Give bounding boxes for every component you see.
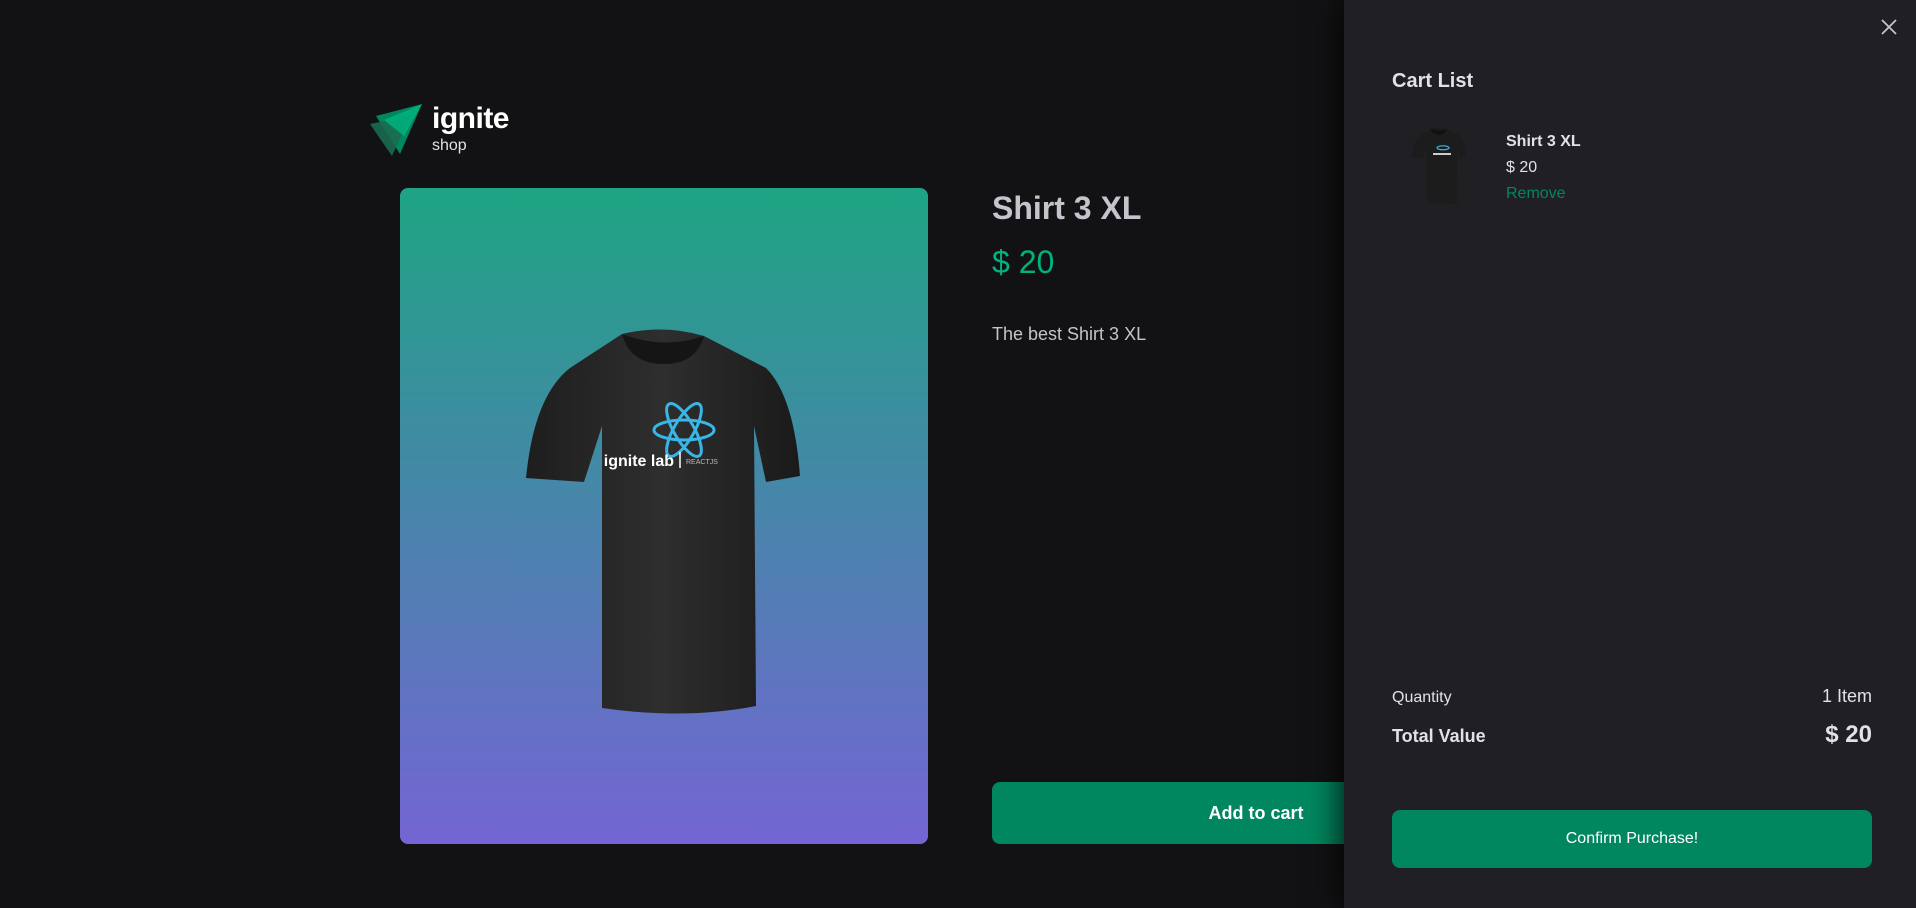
close-cart-button[interactable]	[1876, 14, 1902, 40]
confirm-purchase-button[interactable]: Confirm Purchase!	[1392, 810, 1872, 868]
shirt-print-brand: ignite lab	[604, 453, 674, 470]
remove-item-button[interactable]: Remove	[1506, 184, 1581, 204]
cart-item-price: $ 20	[1506, 159, 1538, 176]
brand-logo[interactable]: ignite shop	[370, 102, 510, 156]
product-image: ignite lab REACTJS	[400, 188, 928, 844]
tshirt-image: ignite lab REACTJS	[526, 329, 800, 714]
total-value: $ 20	[1825, 721, 1872, 748]
total-label: Total Value	[1392, 726, 1486, 746]
cart-sidebar: Cart List Shirt 3 XL $ 20 Remove Quantit…	[1344, 0, 1916, 908]
brand-subtitle: shop	[432, 137, 467, 154]
quantity-row: Quantity 1 Item	[1392, 686, 1872, 707]
total-row: Total Value $ 20	[1392, 721, 1872, 749]
cart-summary: Quantity 1 Item Total Value $ 20	[1392, 686, 1872, 749]
tshirt-thumbnail-image	[1411, 127, 1467, 205]
cart-item-name: Shirt 3 XL	[1506, 133, 1581, 150]
quantity-value: 1 Item	[1821, 686, 1872, 706]
cart-title: Cart List	[1392, 70, 1474, 92]
close-icon	[1881, 19, 1897, 35]
cart-item: Shirt 3 XL $ 20 Remove	[1392, 118, 1581, 212]
ignite-logo-icon	[370, 104, 422, 156]
shirt-print-tag: REACTJS	[686, 459, 718, 466]
quantity-label: Quantity	[1392, 689, 1452, 706]
cart-item-thumbnail	[1392, 118, 1486, 212]
brand-name: ignite	[432, 102, 510, 135]
